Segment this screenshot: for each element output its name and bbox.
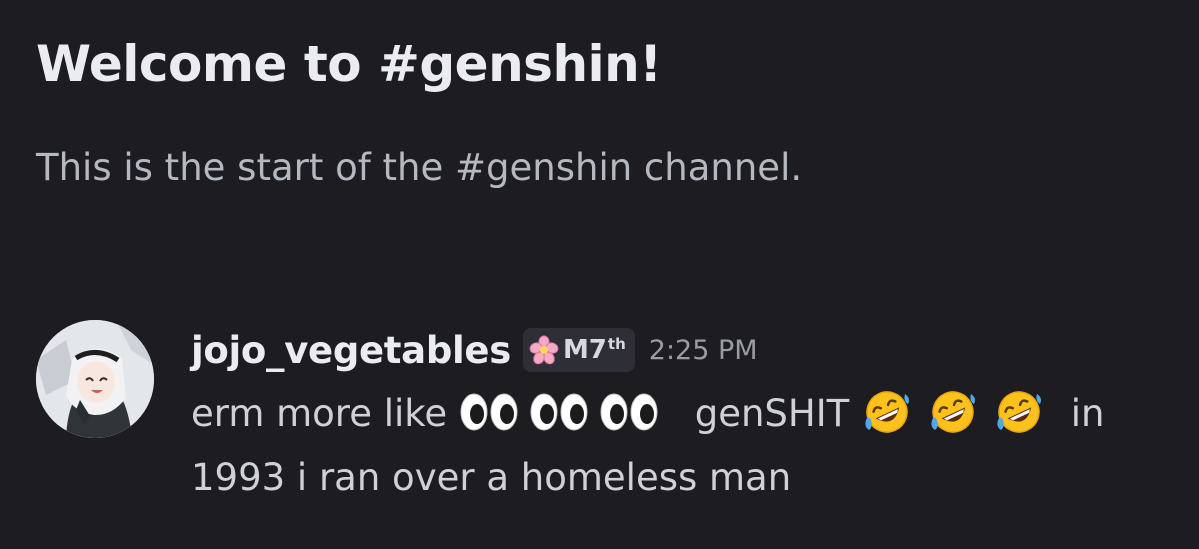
- rolling-on-floor-laughing-emoji: [861, 388, 913, 436]
- message-text-middle: genSHIT: [694, 392, 850, 435]
- rolling-on-floor-laughing-emoji: [993, 388, 1045, 436]
- user-avatar[interactable]: [36, 320, 154, 438]
- message-timestamp[interactable]: 2:25 PM: [649, 335, 758, 366]
- welcome-subtitle: This is the start of the #genshin channe…: [36, 146, 803, 189]
- avatar-image: [36, 320, 154, 438]
- role-badge[interactable]: M7 th: [522, 328, 635, 372]
- eyes-emoji: [599, 392, 661, 432]
- cherry-blossom-icon: [529, 335, 559, 365]
- welcome-title: Welcome to #genshin!: [36, 35, 662, 93]
- username[interactable]: jojo_vegetables: [191, 329, 511, 372]
- message-body: erm more like genSHIT in 1993 i ran over…: [191, 382, 1176, 510]
- message-text-before: erm more like: [191, 392, 448, 435]
- channel-page: Welcome to #genshin! This is the start o…: [0, 0, 1199, 549]
- rolling-on-floor-laughing-emoji: [927, 388, 979, 436]
- eyes-emoji: [529, 392, 591, 432]
- message-header: jojo_vegetables M7 th 2:25 PM: [191, 320, 1176, 380]
- role-suffix: th: [607, 335, 626, 353]
- eyes-emoji: [459, 392, 521, 432]
- message-content: jojo_vegetables M7 th 2:25 PM erm more l…: [191, 320, 1176, 510]
- role-label: M7: [562, 335, 607, 365]
